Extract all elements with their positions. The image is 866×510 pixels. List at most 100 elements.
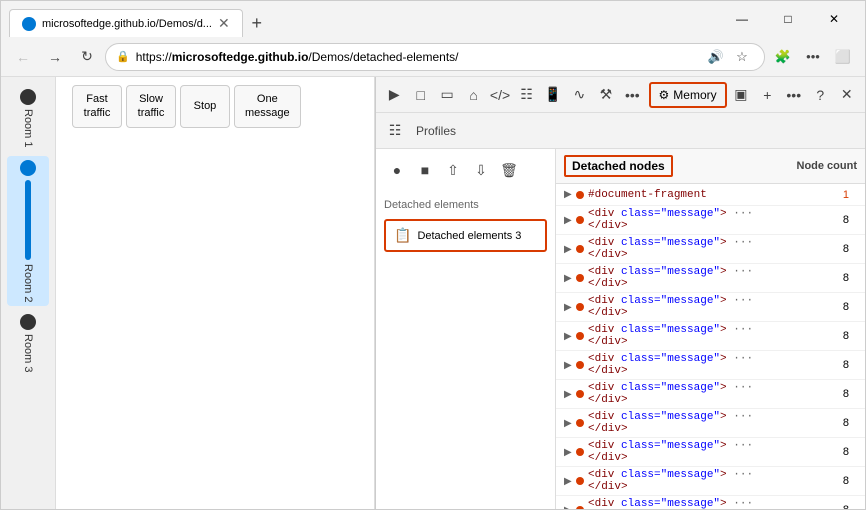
browser-window: microsoftedge.github.io/Demos/d... ✕ + —… bbox=[0, 0, 866, 510]
node-row[interactable]: ▶ <div class="message"> ··· </div>8 bbox=[556, 351, 865, 380]
room-item-2[interactable]: Room 2 bbox=[7, 156, 49, 307]
favorites-icon[interactable]: ☆ bbox=[730, 45, 754, 69]
help-icon[interactable]: ? bbox=[808, 82, 832, 108]
node-status-dot bbox=[576, 448, 584, 456]
node-row[interactable]: ▶<div class="message"> ··· </div>8 bbox=[556, 235, 865, 264]
minimize-button[interactable]: — bbox=[719, 1, 765, 37]
url-bar[interactable]: 🔒 https://microsoftedge.github.io/Demos/… bbox=[105, 43, 765, 71]
node-expand-icon[interactable]: ▶ bbox=[564, 447, 576, 458]
node-status-dot bbox=[576, 303, 584, 311]
node-row[interactable]: ▶<div class="message"> ··· </div>8 bbox=[556, 380, 865, 409]
stop-icon[interactable]: ■ bbox=[412, 157, 438, 183]
node-expand-icon[interactable]: ▶ bbox=[564, 505, 576, 510]
stop-button[interactable]: Stop bbox=[180, 85, 230, 128]
node-text: <div class="message"> ··· </div> bbox=[588, 411, 797, 435]
extensions-icon[interactable]: 🧩 bbox=[769, 43, 797, 71]
main-content: Room 1 Room 2 Room 3 Fasttraffic Slowtra… bbox=[1, 77, 865, 509]
node-expand-icon[interactable]: ▶ bbox=[564, 244, 576, 255]
node-row[interactable]: ▶#document-fragment1 bbox=[556, 184, 865, 206]
node-count: 8 bbox=[797, 475, 857, 487]
close-devtools-icon[interactable]: ✕ bbox=[834, 82, 858, 108]
new-tab-button[interactable]: + bbox=[243, 9, 271, 37]
dots-menu-icon[interactable]: ••• bbox=[620, 82, 644, 108]
node-text: <div class="message"> ··· </div> bbox=[588, 237, 797, 261]
inspector-icon[interactable]: ▶ bbox=[382, 82, 406, 108]
read-aloud-icon[interactable]: 🔊 bbox=[704, 45, 728, 69]
node-count: 8 bbox=[797, 388, 857, 400]
tab-title: microsoftedge.github.io/Demos/d... bbox=[42, 18, 212, 30]
node-count-column-header: Node count bbox=[797, 160, 858, 172]
node-expand-icon[interactable]: ▶ bbox=[564, 418, 576, 429]
node-count: 8 bbox=[797, 359, 857, 371]
room-item-1[interactable]: Room 1 bbox=[7, 85, 49, 152]
fast-traffic-button[interactable]: Fasttraffic bbox=[72, 85, 122, 128]
node-text: <div class="message"> ··· </div> bbox=[588, 353, 797, 377]
node-status-dot bbox=[576, 361, 584, 369]
memory-button[interactable]: ⚙ Memory bbox=[649, 82, 727, 108]
grid-icon[interactable]: ☷ bbox=[514, 82, 538, 108]
refresh-button[interactable]: ↻ bbox=[73, 43, 101, 71]
phone-icon[interactable]: 📱 bbox=[541, 82, 565, 108]
node-text: #document-fragment bbox=[588, 189, 797, 201]
download-icon[interactable]: ⇩ bbox=[468, 157, 494, 183]
room-dot-3 bbox=[20, 314, 36, 330]
back-button[interactable]: ← bbox=[9, 43, 37, 71]
url-actions: 🔊 ☆ bbox=[704, 45, 754, 69]
devtools-toolbar2: ☷ Profiles bbox=[376, 113, 865, 149]
node-text: <div class="message"> ··· </div> bbox=[588, 440, 797, 464]
node-expand-icon[interactable]: ▶ bbox=[564, 476, 576, 487]
sidebar-toggle-icon[interactable]: ⬜ bbox=[829, 43, 857, 71]
node-expand-icon[interactable]: ▶ bbox=[564, 389, 576, 400]
node-expand-icon[interactable]: ▶ bbox=[564, 360, 576, 371]
tab-close-button[interactable]: ✕ bbox=[218, 15, 230, 32]
trash-icon[interactable]: 🗑 bbox=[496, 157, 522, 183]
record-icon[interactable]: ● bbox=[384, 157, 410, 183]
page-content: Fasttraffic Slowtraffic Stop Onemessage bbox=[56, 77, 375, 509]
url-domain: microsoftedge.github.io bbox=[172, 50, 309, 64]
page-buttons: Fasttraffic Slowtraffic Stop Onemessage bbox=[72, 85, 358, 128]
wifi-icon[interactable]: ∿ bbox=[567, 82, 591, 108]
node-row[interactable]: ▶<div class="message"> ··· </div>8 bbox=[556, 293, 865, 322]
split-panel-icon[interactable]: ▣ bbox=[729, 82, 753, 108]
devtools-panel: ▶ □ ▭ ⌂ </> ☷ 📱 ∿ ⚒ ••• ⚙ Memory ▣ + •••… bbox=[375, 77, 865, 509]
memory-button-label: Memory bbox=[673, 88, 716, 102]
node-count: 8 bbox=[797, 417, 857, 429]
upload-icon[interactable]: ⇧ bbox=[440, 157, 466, 183]
node-row[interactable]: ▶ <div class="message"> ··· </div>8 bbox=[556, 409, 865, 438]
one-message-button[interactable]: Onemessage bbox=[234, 85, 301, 128]
node-status-dot bbox=[576, 506, 584, 509]
maximize-button[interactable]: □ bbox=[765, 1, 811, 37]
node-row[interactable]: ▶<div class="message"> ··· </div>8 bbox=[556, 467, 865, 496]
node-row[interactable]: ▶<div class="message"> ··· </div>8 bbox=[556, 206, 865, 235]
node-status-dot bbox=[576, 419, 584, 427]
node-expand-icon[interactable]: ▶ bbox=[564, 189, 576, 200]
node-row[interactable]: ▶<div class="message"> ··· </div>8 bbox=[556, 264, 865, 293]
filter-icon[interactable]: ☷ bbox=[382, 118, 408, 144]
add-panel-icon[interactable]: + bbox=[755, 82, 779, 108]
more-devtools-icon[interactable]: ••• bbox=[782, 82, 806, 108]
profile-item-icon: 📋 bbox=[394, 227, 411, 244]
node-row[interactable]: ▶<div class="message"> ··· </div>8 bbox=[556, 496, 865, 509]
node-expand-icon[interactable]: ▶ bbox=[564, 273, 576, 284]
active-tab[interactable]: microsoftedge.github.io/Demos/d... ✕ bbox=[9, 9, 243, 37]
node-row[interactable]: ▶<div class="message"> ··· </div>8 bbox=[556, 438, 865, 467]
inspector2-icon[interactable]: □ bbox=[408, 82, 432, 108]
profile-item-label: Detached elements 3 bbox=[417, 230, 521, 242]
room-dot-1 bbox=[20, 89, 36, 105]
close-button[interactable]: ✕ bbox=[811, 1, 857, 37]
home-icon[interactable]: ⌂ bbox=[461, 82, 485, 108]
slow-traffic-button[interactable]: Slowtraffic bbox=[126, 85, 176, 128]
memory-main: Detached nodes Node count ▶#document-fra… bbox=[556, 149, 865, 509]
node-expand-icon[interactable]: ▶ bbox=[564, 302, 576, 313]
more-options-icon[interactable]: ••• bbox=[799, 43, 827, 71]
node-row[interactable]: ▶<div class="message"> ··· </div>8 bbox=[556, 322, 865, 351]
node-status-dot bbox=[576, 390, 584, 398]
code-icon[interactable]: </> bbox=[488, 82, 512, 108]
node-expand-icon[interactable]: ▶ bbox=[564, 331, 576, 342]
panel-icon[interactable]: ▭ bbox=[435, 82, 459, 108]
room-item-3[interactable]: Room 3 bbox=[7, 310, 49, 377]
debug-icon[interactable]: ⚒ bbox=[594, 82, 618, 108]
node-expand-icon[interactable]: ▶ bbox=[564, 215, 576, 226]
forward-button[interactable]: → bbox=[41, 43, 69, 71]
profile-item-detached-3[interactable]: 📋 Detached elements 3 bbox=[384, 219, 547, 252]
